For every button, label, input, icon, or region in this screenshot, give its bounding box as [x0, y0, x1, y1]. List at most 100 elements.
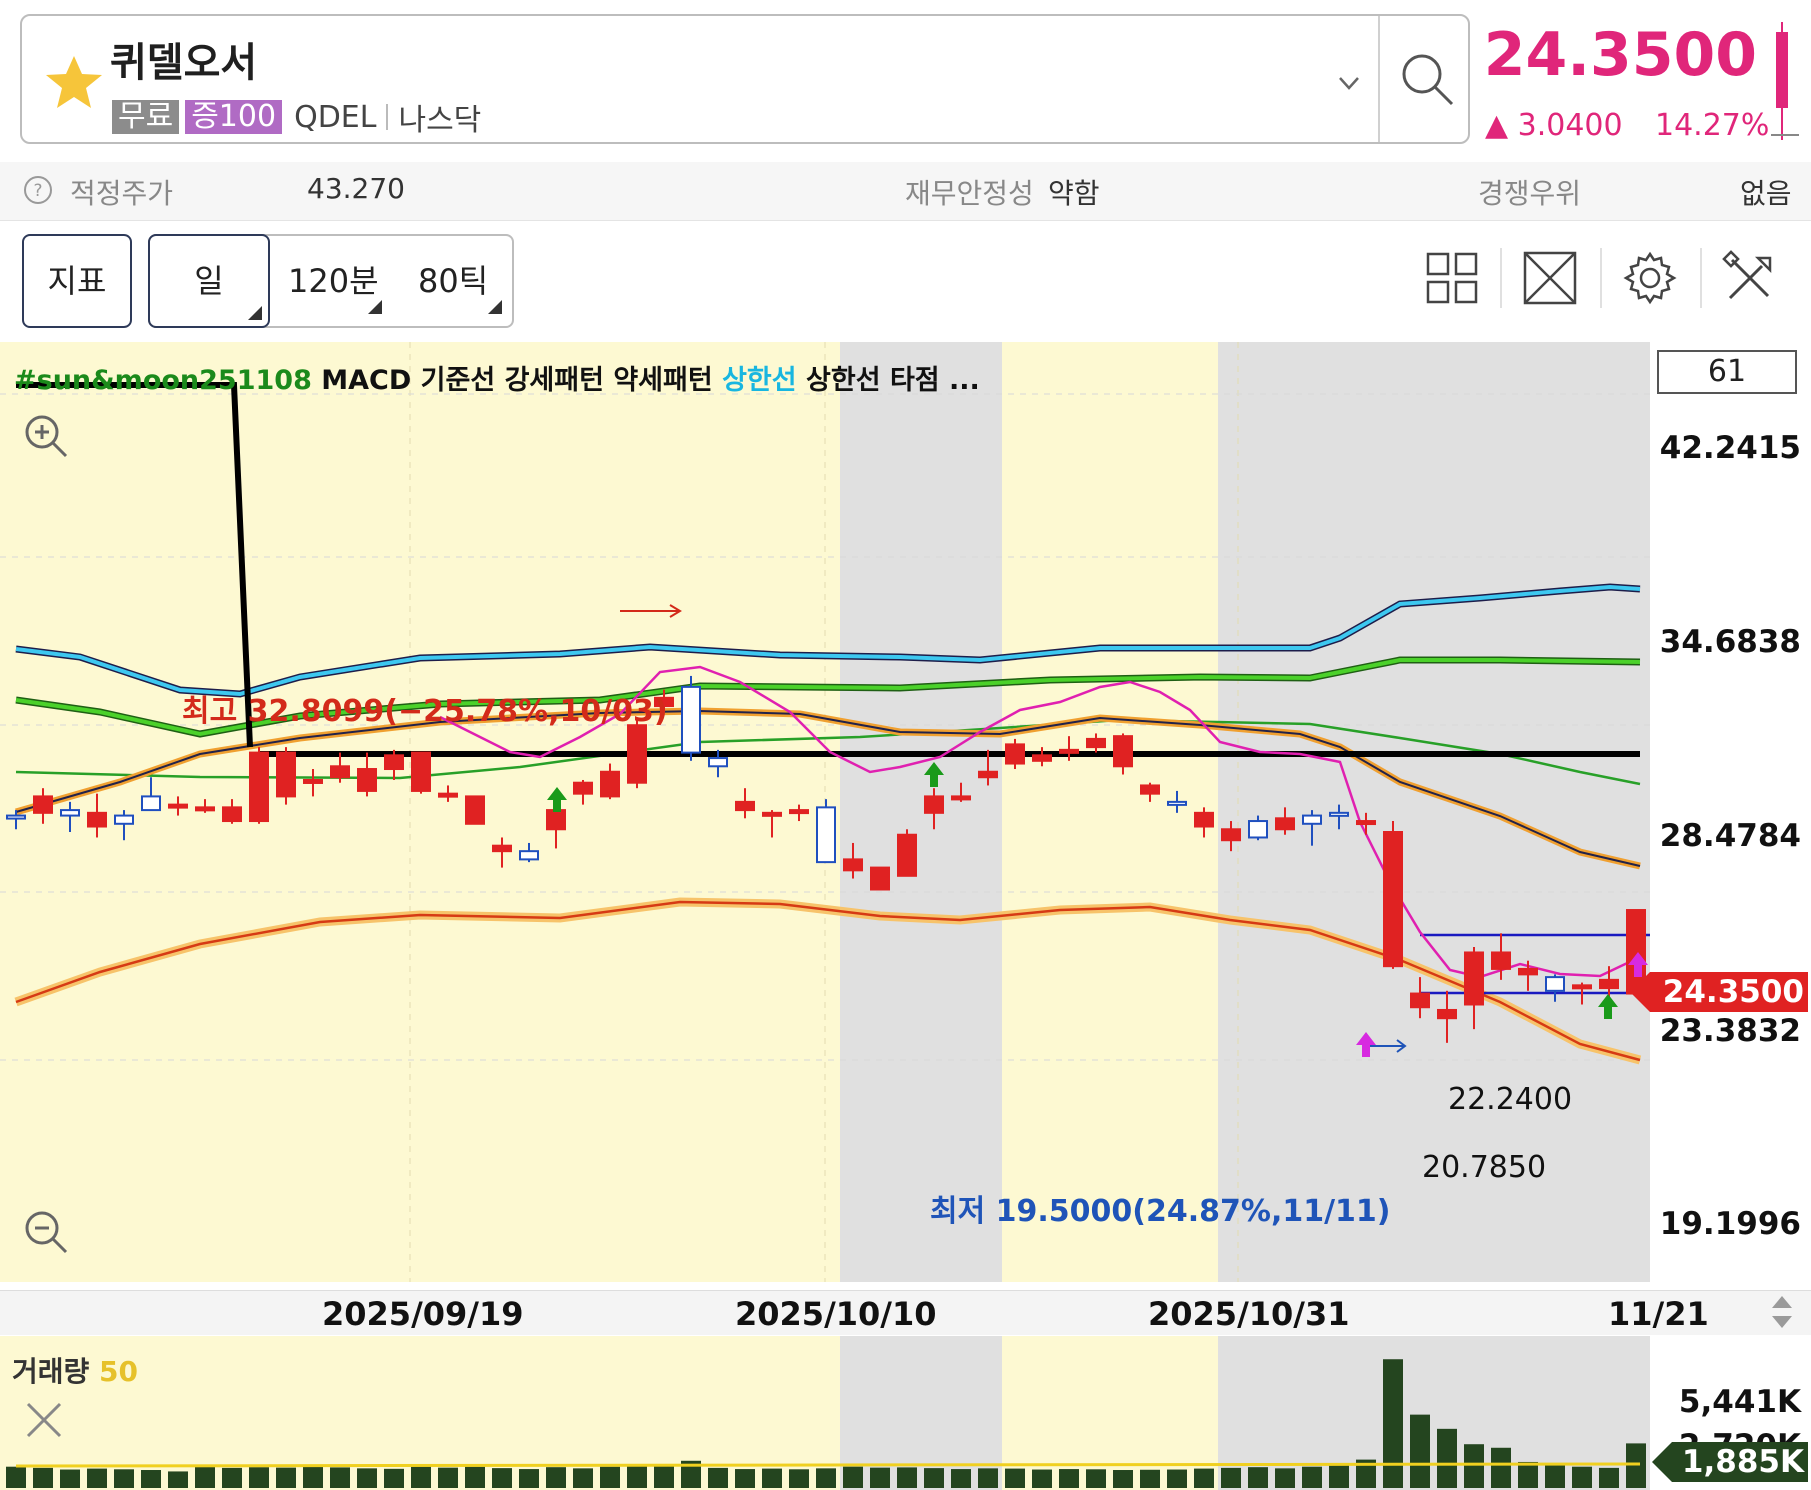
- candle-body[interactable]: [1491, 951, 1511, 970]
- candle-body[interactable]: [546, 809, 566, 831]
- grid-layout-icon[interactable]: [1424, 250, 1480, 306]
- volume-bar[interactable]: [1410, 1414, 1430, 1488]
- candle-body[interactable]: [1248, 820, 1268, 839]
- volume-bar[interactable]: [1437, 1428, 1457, 1488]
- date-axis[interactable]: 2025/09/19 2025/10/10 2025/10/31 11/21: [0, 1290, 1811, 1335]
- candle-body[interactable]: [1221, 828, 1241, 842]
- candle-body[interactable]: [735, 800, 755, 812]
- candle-body[interactable]: [762, 811, 782, 817]
- candle-body[interactable]: [1410, 992, 1430, 1009]
- volume-bar[interactable]: [1194, 1468, 1214, 1488]
- candle-body[interactable]: [816, 806, 836, 864]
- candle-body[interactable]: [465, 795, 485, 825]
- settings-icon[interactable]: [1622, 250, 1678, 306]
- zoom-out-icon[interactable]: [20, 1206, 70, 1256]
- volume-bar[interactable]: [87, 1468, 107, 1488]
- candle-body[interactable]: [438, 792, 458, 798]
- volume-bar[interactable]: [1491, 1447, 1511, 1488]
- volume-bar[interactable]: [951, 1469, 971, 1488]
- candle-body[interactable]: [195, 806, 215, 812]
- candle-body[interactable]: [519, 850, 539, 861]
- candle-body[interactable]: [357, 768, 377, 792]
- star-icon[interactable]: [38, 46, 110, 118]
- period-120min-button[interactable]: 120분: [288, 236, 379, 326]
- candle-body[interactable]: [1545, 976, 1565, 992]
- volume-bar[interactable]: [303, 1466, 323, 1488]
- volume-bar[interactable]: [1302, 1466, 1322, 1488]
- candle-body[interactable]: [222, 806, 242, 823]
- volume-bar[interactable]: [141, 1470, 161, 1488]
- candle-body[interactable]: [1356, 820, 1376, 826]
- candle-body[interactable]: [1086, 737, 1106, 749]
- axis-scroll-icon[interactable]: [1760, 1290, 1804, 1334]
- volume-bar[interactable]: [600, 1466, 620, 1488]
- volume-bar[interactable]: [924, 1468, 944, 1488]
- volume-bar[interactable]: [843, 1466, 863, 1488]
- candle-body[interactable]: [1383, 831, 1403, 968]
- volume-bar[interactable]: [573, 1468, 593, 1488]
- volume-bar[interactable]: [1086, 1469, 1106, 1488]
- candle-body[interactable]: [681, 685, 701, 754]
- volume-bar[interactable]: [1599, 1467, 1619, 1488]
- volume-bar[interactable]: [492, 1468, 512, 1488]
- candle-body[interactable]: [168, 803, 188, 809]
- volume-bar[interactable]: [330, 1467, 350, 1488]
- indicator-button[interactable]: 지표: [22, 234, 132, 328]
- candle-body[interactable]: [1464, 951, 1484, 1006]
- volume-bar[interactable]: [816, 1468, 836, 1488]
- volume-bar[interactable]: [1248, 1467, 1268, 1488]
- candle-body[interactable]: [789, 809, 809, 815]
- candle-body[interactable]: [141, 795, 161, 812]
- candle-body[interactable]: [573, 781, 593, 795]
- candle-body[interactable]: [1032, 754, 1052, 762]
- candle-body[interactable]: [708, 757, 728, 768]
- candle-body[interactable]: [411, 751, 431, 792]
- volume-bar[interactable]: [1626, 1443, 1646, 1488]
- volume-bar[interactable]: [6, 1466, 26, 1488]
- volume-bar[interactable]: [897, 1467, 917, 1488]
- candle-body[interactable]: [1302, 814, 1322, 825]
- candle-body[interactable]: [870, 866, 890, 891]
- legend-macd-patterns[interactable]: MACD 기준선 강세패턴 약세패턴: [312, 365, 722, 396]
- volume-chart[interactable]: [0, 1336, 1811, 1490]
- candle-body[interactable]: [1059, 748, 1079, 754]
- volume-bar[interactable]: [1383, 1359, 1403, 1488]
- candle-body[interactable]: [114, 814, 134, 825]
- candle-body[interactable]: [897, 833, 917, 877]
- volume-bar[interactable]: [978, 1468, 998, 1488]
- volume-bar[interactable]: [1545, 1464, 1565, 1488]
- volume-bar[interactable]: [1329, 1464, 1349, 1488]
- candle-body[interactable]: [951, 795, 971, 801]
- expand-icon[interactable]: [1522, 250, 1578, 306]
- candle-body[interactable]: [1599, 978, 1619, 990]
- legend-sun-moon[interactable]: #sun&moon251108: [14, 365, 312, 396]
- chevron-down-icon[interactable]: [1332, 66, 1366, 100]
- volume-bar[interactable]: [789, 1469, 809, 1488]
- stock-search-box[interactable]: 퀴델오서 무료 증100 QDEL 나스닥: [20, 14, 1470, 144]
- period-80tick-button[interactable]: 80틱: [418, 236, 488, 326]
- tools-icon[interactable]: [1722, 250, 1778, 306]
- volume-bar[interactable]: [384, 1468, 404, 1488]
- help-icon[interactable]: ?: [22, 174, 54, 206]
- candle-body[interactable]: [600, 770, 620, 798]
- price-chart[interactable]: [0, 342, 1811, 1290]
- candle-body[interactable]: [249, 751, 269, 823]
- visible-bar-count[interactable]: 61: [1657, 350, 1797, 394]
- candle-body[interactable]: [1005, 743, 1025, 765]
- volume-bar[interactable]: [438, 1467, 458, 1488]
- period-day-button[interactable]: 일: [148, 234, 270, 328]
- candle-body[interactable]: [627, 724, 647, 784]
- candle-body[interactable]: [6, 814, 26, 820]
- volume-bar[interactable]: [1275, 1468, 1295, 1488]
- legend-upper-band[interactable]: 상한선: [722, 365, 797, 396]
- candle-body[interactable]: [384, 754, 404, 771]
- candle-body[interactable]: [1113, 735, 1133, 768]
- candle-body[interactable]: [1275, 817, 1295, 831]
- volume-bar[interactable]: [276, 1467, 296, 1488]
- zoom-in-icon[interactable]: [20, 410, 70, 460]
- volume-bar[interactable]: [1464, 1444, 1484, 1488]
- candle-body[interactable]: [1518, 967, 1538, 976]
- volume-bar[interactable]: [465, 1466, 485, 1488]
- volume-bar[interactable]: [195, 1466, 215, 1488]
- volume-bar[interactable]: [33, 1467, 53, 1488]
